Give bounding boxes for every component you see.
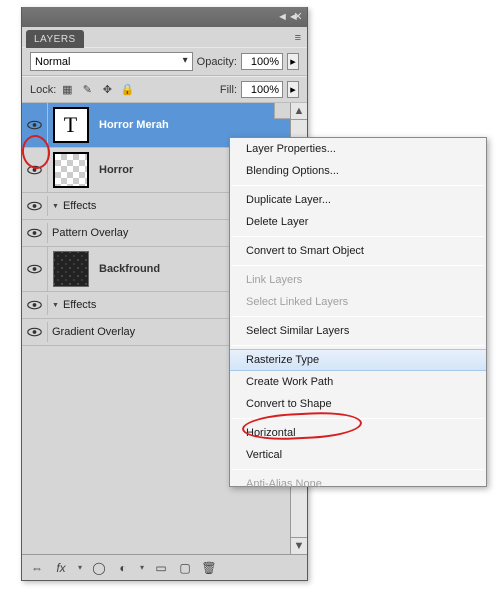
fx-menu-icon[interactable]: ▾: [78, 563, 82, 572]
fill-input[interactable]: 100%: [241, 81, 283, 98]
fill-stepper[interactable]: ▸: [287, 81, 299, 98]
menu-separator: [232, 469, 484, 470]
lock-image-icon[interactable]: ✎: [80, 83, 94, 97]
adjust-menu-icon[interactable]: ▾: [140, 563, 144, 572]
menu-item[interactable]: Rasterize Type: [230, 349, 486, 371]
layer-selected-ind: [274, 103, 290, 119]
menu-separator: [232, 185, 484, 186]
effects-label: Effects: [63, 200, 96, 212]
mask-icon[interactable]: ◯: [92, 561, 106, 575]
delete-layer-icon[interactable]: 🗑: [202, 561, 216, 575]
effect-name: Pattern Overlay: [52, 227, 128, 239]
fill-label: Fill:: [220, 84, 237, 96]
menu-item: Link Layers: [230, 269, 486, 291]
menu-item[interactable]: Vertical: [230, 444, 486, 466]
menu-item[interactable]: Layer Properties...: [230, 138, 486, 160]
menu-separator: [232, 316, 484, 317]
collapse-icon[interactable]: ◄◄: [277, 8, 287, 26]
menu-item[interactable]: Delete Layer: [230, 211, 486, 233]
layer-thumb: [48, 148, 93, 192]
lock-icons-group: ▦ ✎ ✥ 🔒: [60, 83, 134, 97]
visibility-toggle[interactable]: [22, 148, 48, 192]
fx-icon[interactable]: fx: [54, 561, 68, 575]
menu-item[interactable]: Duplicate Layer...: [230, 189, 486, 211]
disclosure-icon[interactable]: ▼: [52, 302, 59, 309]
visibility-toggle[interactable]: [22, 196, 48, 216]
effect-name: Gradient Overlay: [52, 326, 135, 338]
menu-separator: [232, 236, 484, 237]
menu-separator: [232, 345, 484, 346]
close-panel-icon[interactable]: ✕: [293, 8, 303, 26]
visibility-toggle[interactable]: [22, 103, 48, 147]
panel-menu-icon[interactable]: ≡: [289, 32, 307, 44]
menu-item[interactable]: Blending Options...: [230, 160, 486, 182]
blend-mode-value: Normal: [35, 56, 70, 68]
menu-item: Anti-Alias None: [230, 473, 486, 495]
panel-title[interactable]: LAYERS: [26, 30, 84, 48]
type-layer-icon: T: [53, 107, 89, 143]
disclosure-icon[interactable]: ▼: [52, 203, 59, 210]
panel-footer: ⇔ fx ▾ ◯ ◐ ▾ ▭ ▢ 🗑: [22, 554, 307, 580]
new-layer-icon[interactable]: ▢: [178, 561, 192, 575]
scroll-up-icon[interactable]: ▲: [291, 103, 307, 120]
lock-fill-row: Lock: ▦ ✎ ✥ 🔒 Fill: 100% ▸: [22, 76, 307, 103]
menu-separator: [232, 418, 484, 419]
visibility-toggle[interactable]: [22, 295, 48, 315]
menu-item[interactable]: Select Similar Layers: [230, 320, 486, 342]
menu-separator: [232, 265, 484, 266]
menu-item: Select Linked Layers: [230, 291, 486, 313]
layer-thumb: T: [48, 103, 93, 147]
effects-label: Effects: [63, 299, 96, 311]
menu-item[interactable]: Create Work Path: [230, 371, 486, 393]
opacity-input[interactable]: 100%: [241, 53, 283, 70]
opacity-stepper[interactable]: ▸: [287, 53, 299, 70]
lock-position-icon[interactable]: ✥: [100, 83, 114, 97]
blend-opacity-row: Normal Opacity: 100% ▸: [22, 47, 307, 76]
link-layers-icon[interactable]: ⇔: [30, 561, 44, 575]
menu-item[interactable]: Convert to Smart Object: [230, 240, 486, 262]
lock-transparency-icon[interactable]: ▦: [60, 83, 74, 97]
lock-all-icon[interactable]: 🔒: [120, 83, 134, 97]
visibility-toggle[interactable]: [22, 223, 48, 243]
menu-item[interactable]: Convert to Shape: [230, 393, 486, 415]
panel-titlebar: ◄◄ ✕: [22, 7, 307, 27]
visibility-toggle[interactable]: [22, 247, 48, 291]
lock-label: Lock:: [30, 84, 56, 96]
blend-mode-select[interactable]: Normal: [30, 52, 193, 71]
menu-item[interactable]: Horizontal: [230, 422, 486, 444]
adjustment-icon[interactable]: ◐: [116, 561, 130, 575]
raster-layer-icon: [53, 152, 89, 188]
visibility-toggle[interactable]: [22, 322, 48, 342]
context-menu: Layer Properties...Blending Options... Du…: [229, 137, 487, 487]
group-icon[interactable]: ▭: [154, 561, 168, 575]
background-layer-icon: [53, 251, 89, 287]
panel-tabs-row: LAYERS ≡: [22, 27, 307, 47]
titlebar-controls: ◄◄ ✕: [273, 8, 307, 26]
opacity-label: Opacity:: [197, 56, 237, 68]
layer-thumb: [48, 247, 93, 291]
scroll-down-icon[interactable]: ▼: [291, 537, 307, 554]
